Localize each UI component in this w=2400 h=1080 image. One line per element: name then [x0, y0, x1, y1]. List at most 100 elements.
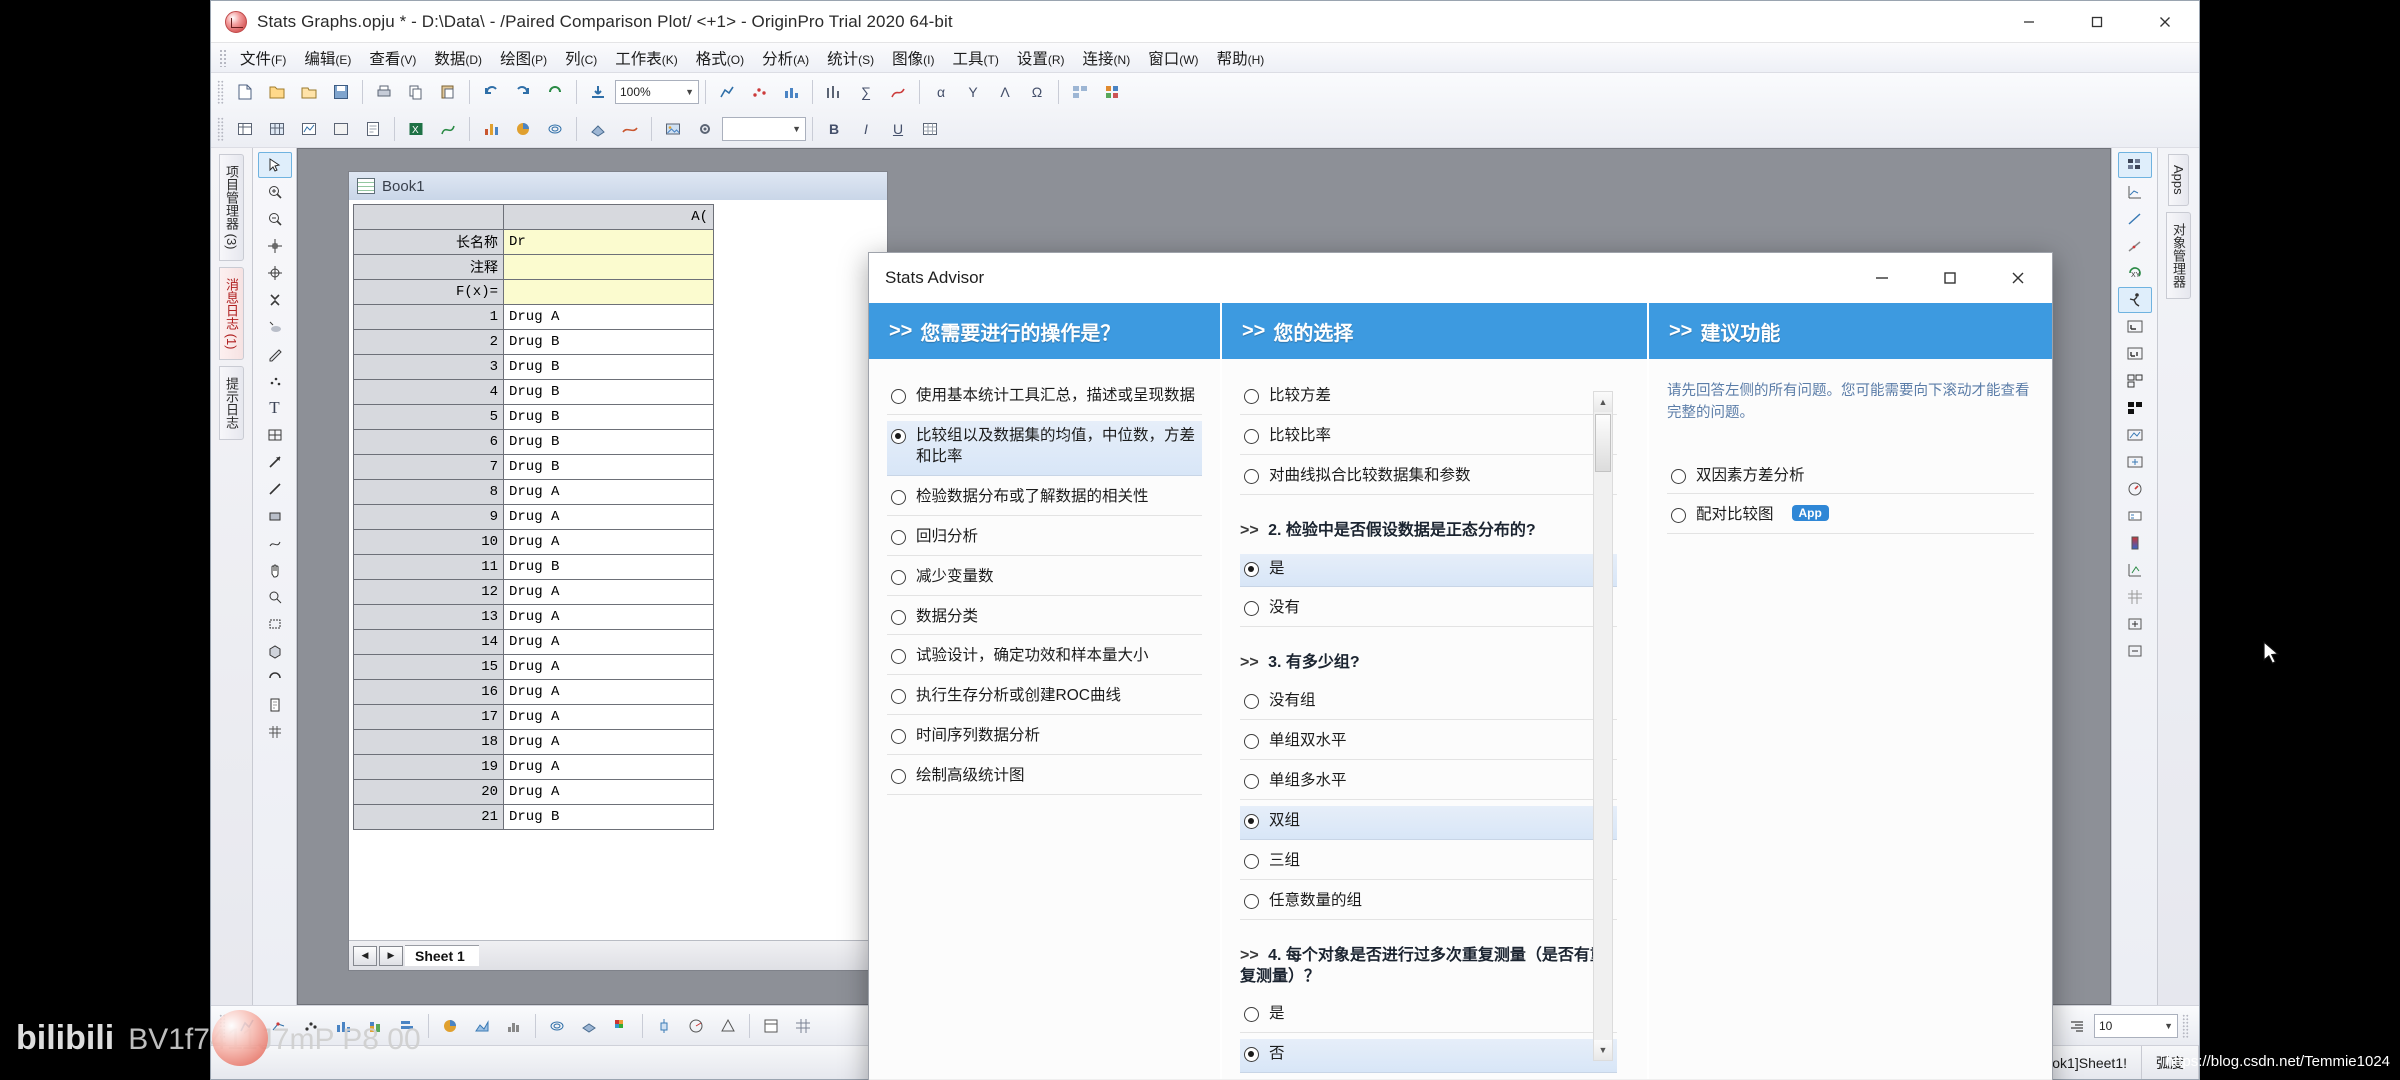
q3-option-one-group-two-levels[interactable]: 单组双水平 [1240, 726, 1617, 760]
cell-value[interactable]: Drug A [504, 655, 714, 680]
zoom-in-tool-icon[interactable] [258, 179, 292, 205]
recommend-option-paired-comparison-plot[interactable]: 配对比较图 App [1667, 500, 2034, 534]
greek-mu-icon[interactable]: Ω [1022, 78, 1052, 106]
minimize-button[interactable] [1995, 1, 2063, 43]
greek-gamma-icon[interactable]: Υ [958, 78, 988, 106]
q3-option-one-group-multi-levels[interactable]: 单组多水平 [1240, 766, 1617, 800]
toolbar-grip-1[interactable] [217, 80, 224, 104]
surface-icon[interactable] [615, 115, 645, 143]
row-number[interactable]: 4 [354, 380, 504, 405]
scale-out-icon[interactable] [2118, 638, 2152, 664]
image-icon[interactable] [658, 115, 688, 143]
radio-icon[interactable] [1244, 469, 1259, 484]
row-number[interactable]: 19 [354, 755, 504, 780]
row-number[interactable]: 12 [354, 580, 504, 605]
bottom-toolbar-grip-2[interactable] [2182, 1014, 2189, 1038]
menu-analysis[interactable]: 分析(A) [753, 45, 818, 71]
meta-value-comment[interactable] [504, 255, 714, 280]
radio-icon[interactable] [891, 429, 906, 444]
q2-option-yes[interactable]: 是 [1240, 554, 1617, 588]
cell-value[interactable]: Drug B [504, 455, 714, 480]
row-number[interactable]: 6 [354, 430, 504, 455]
row-number[interactable]: 5 [354, 405, 504, 430]
radio-icon[interactable] [1244, 562, 1259, 577]
app-grid-icon[interactable] [1097, 78, 1127, 106]
task-option-summarize[interactable]: 使用基本统计工具汇总，描述或呈现数据 [887, 381, 1202, 415]
sidebar-tab-prompt-log[interactable]: 提示日志 [219, 366, 244, 440]
cell-value[interactable]: Drug B [504, 355, 714, 380]
task-option-reduce-variables[interactable]: 减少变量数 [887, 562, 1202, 596]
sigma-icon[interactable]: ∑ [851, 78, 881, 106]
ternary-icon[interactable] [713, 1012, 743, 1040]
greek-alpha-icon[interactable]: α [926, 78, 956, 106]
row-number[interactable]: 11 [354, 555, 504, 580]
workbook-window[interactable]: Book1 A( 长名称 Dr [348, 171, 888, 971]
radio-icon[interactable] [891, 729, 906, 744]
toolbar-grip-2[interactable] [217, 117, 224, 141]
radio-icon[interactable] [1244, 389, 1259, 404]
cell-value[interactable]: Drug B [504, 430, 714, 455]
underline-icon[interactable]: U [883, 115, 913, 143]
q1-option-compare-variance[interactable]: 比较方差 [1240, 381, 1617, 415]
dialog-maximize-button[interactable] [1916, 253, 1984, 303]
merge-layers-icon[interactable] [2118, 422, 2152, 448]
radio-icon[interactable] [1244, 601, 1259, 616]
save-icon[interactable] [326, 78, 356, 106]
bold-icon[interactable]: B [819, 115, 849, 143]
q2-option-no[interactable]: 没有 [1240, 593, 1617, 627]
undo-icon[interactable] [476, 78, 506, 106]
scrollbar-thumb[interactable] [1595, 414, 1611, 472]
cell-value[interactable]: Drug A [504, 780, 714, 805]
threed-plot-icon[interactable] [583, 115, 613, 143]
cell-value[interactable]: Drug B [504, 330, 714, 355]
zoom-combo[interactable]: 100% ▼ [615, 80, 699, 104]
radio-icon[interactable] [891, 649, 906, 664]
cell-value[interactable]: Drug A [504, 305, 714, 330]
histogram-icon[interactable] [499, 1012, 529, 1040]
row-number[interactable]: 15 [354, 655, 504, 680]
radio-icon[interactable] [1244, 1007, 1259, 1022]
sidebar-tab-project-explorer[interactable]: 项目管理器 (3) [219, 154, 244, 261]
box-chart-icon[interactable] [649, 1012, 679, 1040]
open-icon[interactable] [294, 78, 324, 106]
dialog-minimize-button[interactable] [1848, 253, 1916, 303]
magnify-tool-icon[interactable] [258, 584, 292, 610]
zoom-out-tool-icon[interactable] [258, 206, 292, 232]
new-layout-icon[interactable] [326, 115, 356, 143]
menu-column[interactable]: 列(C) [556, 45, 606, 71]
arrange-icon[interactable] [1065, 78, 1095, 106]
radio-icon[interactable] [891, 490, 906, 505]
sheet-next-icon[interactable]: ▶ [379, 946, 403, 966]
cell-value[interactable]: Drug A [504, 630, 714, 655]
row-number[interactable]: 9 [354, 505, 504, 530]
redo-icon[interactable] [508, 78, 538, 106]
paste-icon[interactable] [433, 78, 463, 106]
rotate-tool-icon[interactable] [258, 665, 292, 691]
menu-image[interactable]: 图像(I) [883, 45, 943, 71]
template-icon[interactable] [756, 1012, 786, 1040]
new-worksheet-icon[interactable] [230, 115, 260, 143]
new-folder-icon[interactable] [262, 78, 292, 106]
cell-value[interactable]: Drug A [504, 480, 714, 505]
line-tool-icon[interactable] [258, 476, 292, 502]
layer-grid-icon[interactable] [2118, 368, 2152, 394]
object-edit-tool-icon[interactable] [258, 611, 292, 637]
q1-option-curve-fit[interactable]: 对曲线拟合比较数据集和参数 [1240, 461, 1617, 495]
task-option-compare-groups[interactable]: 比较组以及数据集的均值，中位数，方差和比率 [887, 421, 1202, 476]
menu-connectivity[interactable]: 连接(N) [1074, 45, 1140, 71]
q3-option-any-groups[interactable]: 任意数量的组 [1240, 886, 1617, 920]
rectangle-tool-icon[interactable] [258, 503, 292, 529]
cell-value[interactable]: Drug A [504, 505, 714, 530]
cell-value[interactable]: Drug B [504, 555, 714, 580]
scroll-down-icon[interactable]: ▼ [1594, 1040, 1612, 1060]
extract-layer-icon[interactable] [2118, 449, 2152, 475]
radio-icon[interactable] [1671, 469, 1686, 484]
excel-icon[interactable]: X [401, 115, 431, 143]
refresh-icon[interactable] [540, 78, 570, 106]
q3-option-no-group[interactable]: 没有组 [1240, 686, 1617, 720]
q3-option-three-groups[interactable]: 三组 [1240, 846, 1617, 880]
task-option-survival-roc[interactable]: 执行生存分析或创建ROC曲线 [887, 681, 1202, 715]
menu-view[interactable]: 查看(V) [360, 45, 425, 71]
heatmap-icon[interactable] [606, 1012, 636, 1040]
new-graph-icon[interactable] [294, 115, 324, 143]
